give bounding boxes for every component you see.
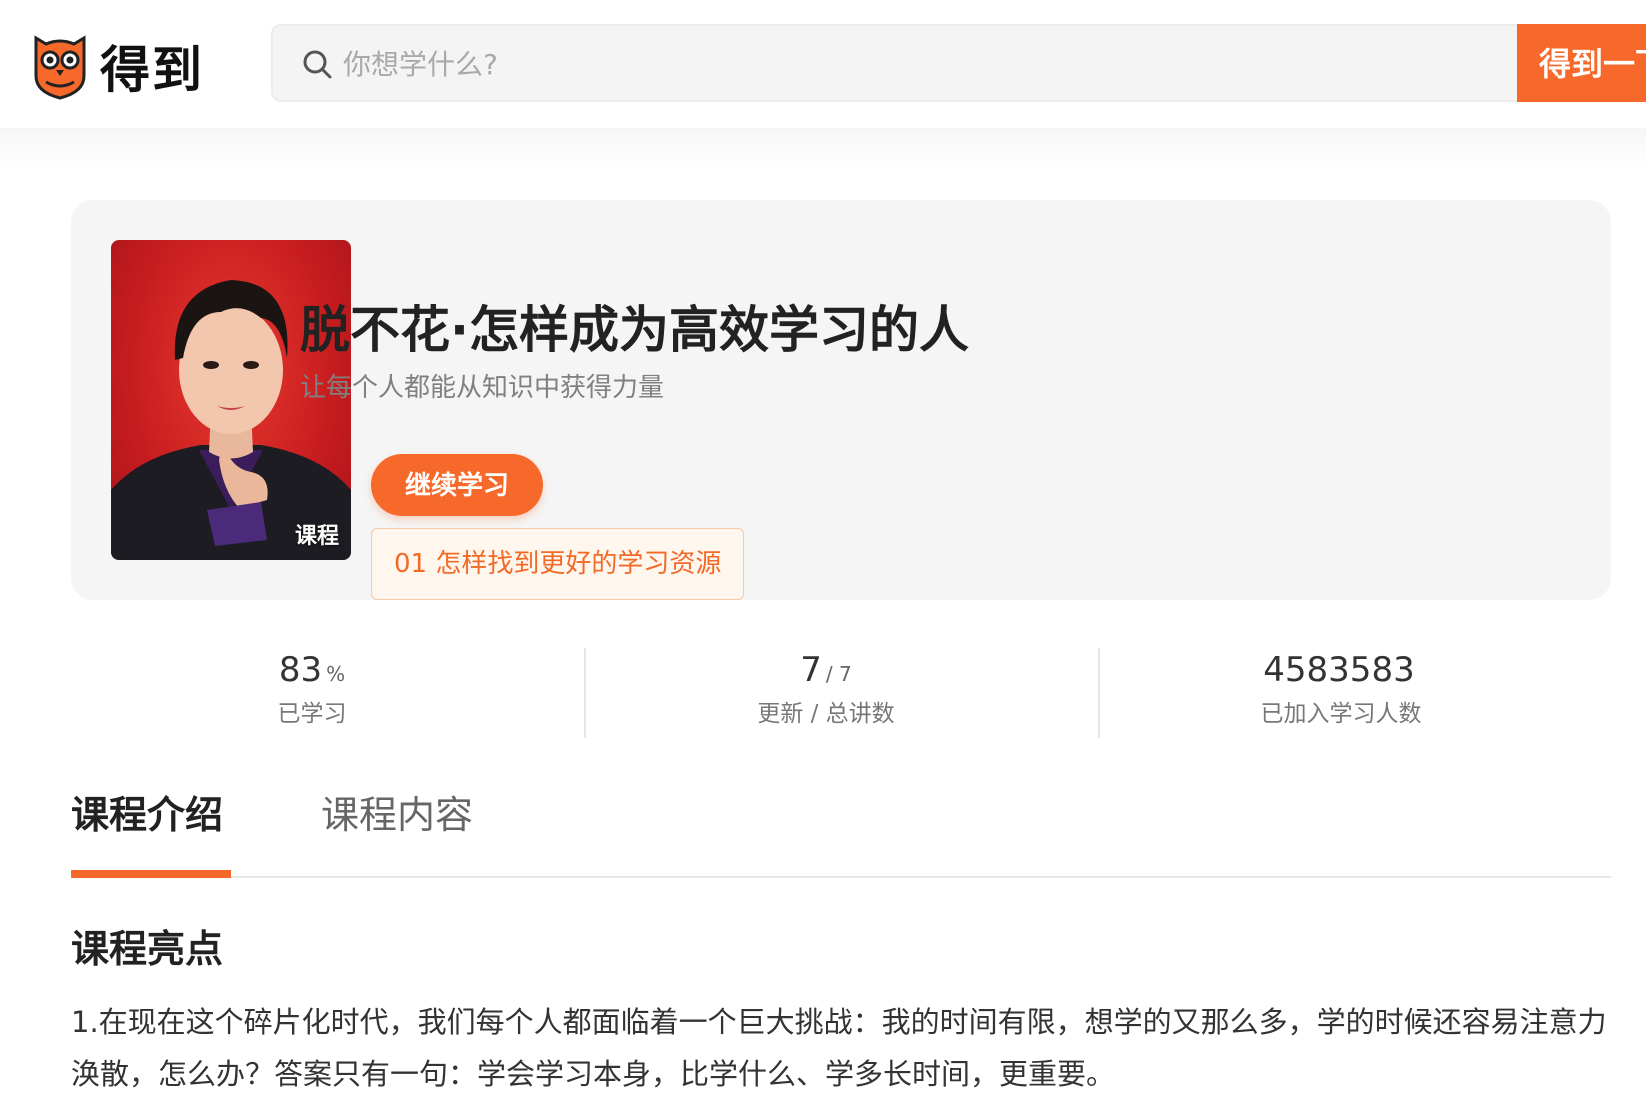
tab-course-content[interactable]: 课程内容 <box>321 784 473 839</box>
stat-learners-value: 4583583 <box>1263 650 1415 690</box>
stat-divider <box>584 648 586 738</box>
active-tab-indicator <box>71 870 231 878</box>
search-input[interactable] <box>341 26 1445 102</box>
stat-progress-unit: % <box>326 662 346 686</box>
stat-lectures-unit: / 7 <box>825 662 852 686</box>
search-button[interactable]: 得到一下 <box>1517 24 1646 102</box>
stat-learners-label: 已加入学习人数 <box>1260 701 1422 727</box>
stat-progress-value: 83 <box>278 650 323 690</box>
owl-logo-icon <box>32 32 88 100</box>
top-header: 得到 得到一下 <box>0 0 1646 128</box>
search-bar <box>271 24 1521 102</box>
cover-badge: 课程 <box>294 524 339 549</box>
stat-learners: 4583583 已加入学习人数 <box>1141 648 1541 732</box>
header-shadow <box>0 128 1646 168</box>
continue-learning-button[interactable]: 继续学习 <box>371 454 543 516</box>
logo[interactable]: 得到 <box>32 30 204 102</box>
stat-progress-label: 已学习 <box>277 701 347 727</box>
course-title: 脱不花·怎样成为高效学习的人 <box>300 301 969 359</box>
section-body: 1.在现在这个碎片化时代，我们每个人都面临着一个巨大挑战：我的时间有限，想学的又… <box>71 1005 1607 1091</box>
stat-progress: 83% 已学习 <box>112 648 512 732</box>
section-title: 课程亮点 <box>71 927 224 971</box>
last-lesson-link[interactable]: 01 怎样找到更好的学习资源 <box>371 528 745 600</box>
course-tabs: 课程介绍 课程内容 <box>71 770 1611 878</box>
stat-lectures: 7/ 7 更新 / 总讲数 <box>626 648 1026 732</box>
tab-course-intro[interactable]: 课程介绍 <box>71 784 223 839</box>
search-icon <box>301 48 333 80</box>
logo-text: 得到 <box>100 41 204 99</box>
course-subtitle: 让每个人都能从知识中获得力量 <box>300 373 665 403</box>
stat-divider <box>1098 648 1100 738</box>
stat-lectures-label: 更新 / 总讲数 <box>757 701 895 727</box>
course-stats: 83% 已学习 7/ 7 更新 / 总讲数 4583583 已加入学习人数 <box>71 648 1611 738</box>
stat-lectures-value: 7 <box>800 650 822 690</box>
